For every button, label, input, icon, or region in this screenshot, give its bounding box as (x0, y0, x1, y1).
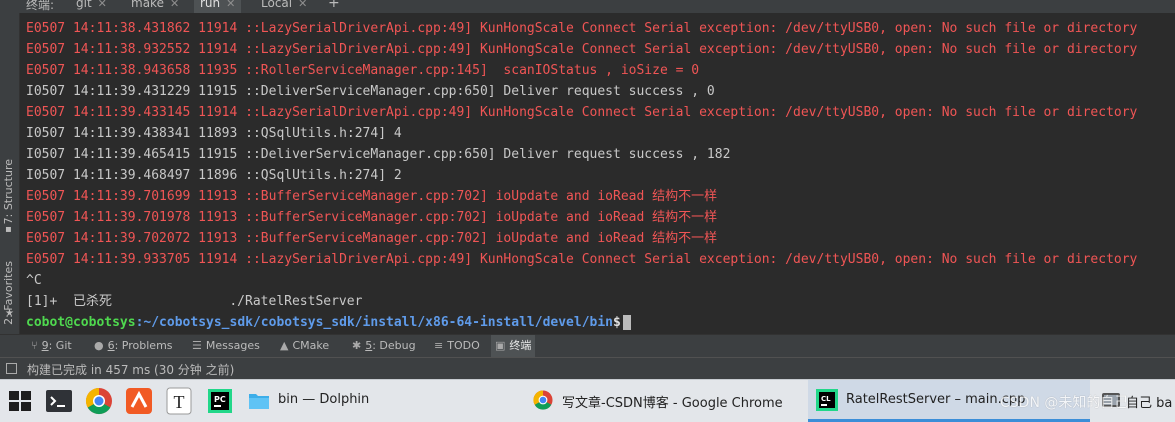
log-line: E0507 14:11:39.433145 11914 ::LazySerial… (26, 105, 1138, 120)
log-line: [1]+ 已杀死 ./RatelRestServer (26, 294, 363, 309)
structure-icon: ▪ (5, 224, 12, 235)
todo-icon: ≡ (434, 339, 444, 352)
log-line: I0507 14:11:39.438341 11893 ::QSqlUtils.… (26, 126, 402, 141)
prompt-path: :~/cobotsys_sdk/cobotsys_sdk/install/x86… (135, 315, 614, 330)
debug-tool-button[interactable]: ✱ 5: Debug (348, 335, 420, 357)
close-icon[interactable]: ✕ (298, 0, 307, 10)
csdn-watermark: CSDN @未知的自己 (1000, 395, 1129, 411)
close-icon[interactable]: ✕ (98, 0, 107, 10)
problems-icon: ● (94, 339, 104, 352)
close-icon[interactable]: ✕ (170, 0, 179, 10)
svg-text:PC: PC (214, 395, 226, 404)
pycharm-icon[interactable]: PC (205, 386, 235, 416)
taskbar-task-dolphin[interactable]: bin — Dolphin (241, 380, 524, 422)
svg-text:T: T (174, 392, 185, 412)
terminal-tab-bar-label: 终端: (26, 0, 55, 12)
tool-label: CMake (292, 339, 330, 352)
left-tool-stripe: 7: Structure ▪ 2: Favorites ★ (0, 13, 20, 356)
svg-text:CL: CL (821, 395, 831, 403)
tool-label: Messages (205, 339, 260, 352)
task-title: 写文章-CSDN博客 - Google Chrome (562, 396, 783, 411)
log-line: E0507 14:11:39.701699 11913 ::BufferServ… (26, 189, 718, 204)
tab-make-label: make (131, 0, 164, 10)
folder-icon (249, 394, 269, 409)
log-line: E0507 14:11:38.943658 11935 ::RollerServ… (26, 63, 700, 78)
terminal-output[interactable]: E0507 14:11:38.431862 11914 ::LazySerial… (20, 13, 1175, 333)
close-icon[interactable]: ✕ (226, 0, 235, 10)
typora-icon[interactable]: T (164, 386, 194, 416)
build-status-text: 构建已完成 in 457 ms (30 分钟 之前) (27, 363, 235, 377)
tab-run[interactable]: run ✕ (194, 0, 242, 13)
log-line: E0507 14:11:38.431862 11914 ::LazySerial… (26, 21, 1138, 36)
tab-git-label: git (76, 0, 92, 10)
status-bar: 构建已完成 in 457 ms (30 分钟 之前) (0, 357, 1175, 380)
tool-mnemonic: 6 (107, 339, 115, 352)
git-tool-button[interactable]: ⑂ 9: Git (27, 335, 76, 357)
tool-label: TODO (447, 339, 480, 352)
log-line: E0507 14:11:39.933705 11914 ::LazySerial… (26, 252, 1138, 267)
tool-label: : Problems (114, 339, 173, 352)
tab-make[interactable]: make ✕ (125, 0, 185, 13)
cmake-icon: ▲ (280, 339, 289, 352)
text-cursor (622, 315, 631, 330)
tool-mnemonic: 9 (41, 339, 49, 352)
log-line: E0507 14:11:38.932552 11914 ::LazySerial… (26, 42, 1138, 57)
taskbar-task-chrome[interactable]: 写文章-CSDN博客 - Google Chrome (525, 380, 805, 422)
chrome-icon[interactable] (84, 386, 114, 416)
star-icon: ★ (5, 308, 14, 319)
log-line: I0507 14:11:39.468497 11896 ::QSqlUtils.… (26, 168, 402, 183)
log-line: I0507 14:11:39.465415 11915 ::DeliverSer… (26, 147, 731, 162)
terminal-tool-button[interactable]: ▣ 终端 (491, 335, 536, 357)
log-line: I0507 14:11:39.431229 11915 ::DeliverSer… (26, 84, 715, 99)
log-line: ^C (26, 273, 42, 288)
tab-run-label: run (200, 0, 221, 10)
tool-label: : Git (48, 339, 72, 352)
ide-window: 终端: git ✕ make ✕ run ✕ Local ✕ + 7: Structur… (0, 0, 1175, 380)
log-line: E0507 14:11:39.702072 11913 ::BufferServ… (26, 231, 718, 246)
tab-local-label: Local (261, 0, 293, 10)
task-title: bin — Dolphin (278, 392, 370, 407)
messages-tool-button[interactable]: ☰ Messages (188, 335, 264, 357)
clion-icon: CL (816, 389, 838, 411)
terminal-icon: ▣ (495, 339, 506, 352)
start-menu-icon[interactable] (5, 386, 35, 416)
task-title: RatelRestServer – main.cpp (846, 392, 1026, 407)
task-title: 自己 ba (1126, 396, 1173, 411)
tab-local[interactable]: Local ✕ (255, 0, 313, 13)
tool-label: : Debug (372, 339, 416, 352)
tool-label: 终端 (509, 339, 532, 352)
tab-git[interactable]: git ✕ (70, 0, 113, 13)
chrome-icon (533, 390, 553, 410)
shell-prompt[interactable]: cobot@cobotsys:~/cobotsys_sdk/cobotsys_s… (26, 312, 631, 333)
messages-icon: ☰ (192, 339, 202, 352)
prompt-sign: $ (613, 315, 621, 330)
problems-tool-button[interactable]: ● 6: Problems (90, 335, 177, 357)
debug-icon: ✱ (352, 339, 362, 352)
log-line: E0507 14:11:39.701978 11913 ::BufferServ… (26, 210, 718, 225)
structure-tool-button[interactable]: 7: Structure (2, 159, 15, 224)
new-terminal-tab-icon[interactable]: + (328, 0, 340, 11)
git-branch-icon: ⑂ (31, 339, 38, 352)
terminal-tab-bar: 终端: git ✕ make ✕ run ✕ Local ✕ + (0, 0, 1175, 13)
foxit-reader-icon[interactable] (124, 386, 154, 416)
tool-window-bar: ⑂ 9: Git ● 6: Problems ☰ Messages ▲ CMake ✱ 5… (0, 334, 1175, 357)
prompt-user: cobot@cobotsys (26, 315, 136, 330)
todo-tool-button[interactable]: ≡ TODO (430, 335, 484, 357)
terminal-app-icon[interactable] (44, 386, 74, 416)
tool-windows-toggle-icon[interactable] (6, 363, 17, 374)
taskbar: T PC bin — Dolphin 写文章-CSDN博客 - Google C… (0, 379, 1175, 422)
cmake-tool-button[interactable]: ▲ CMake (276, 335, 333, 357)
